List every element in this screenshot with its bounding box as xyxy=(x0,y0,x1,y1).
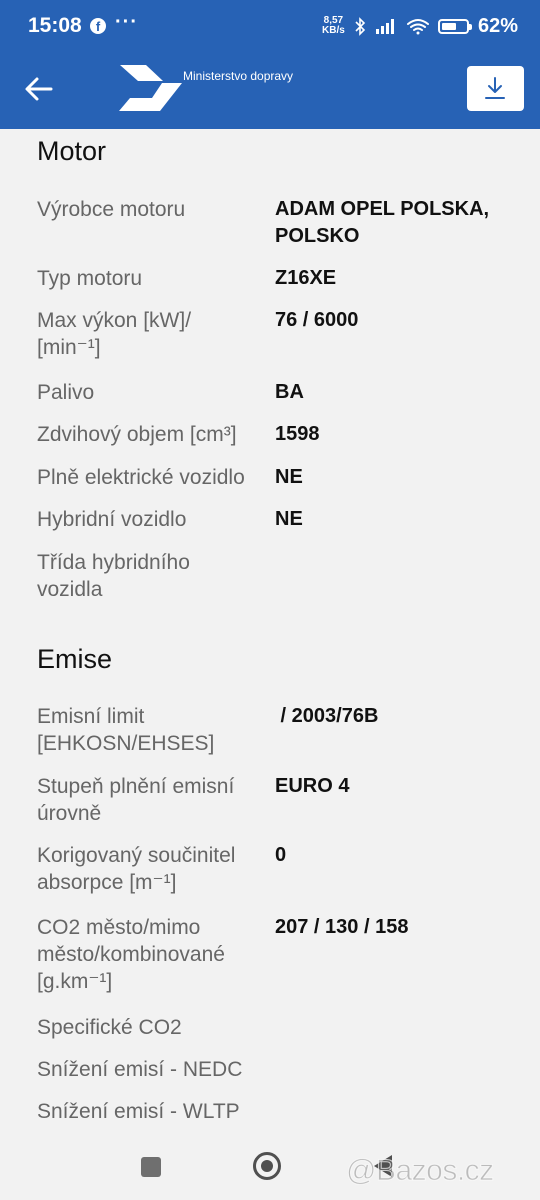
section-title-motor: Motor xyxy=(37,136,107,166)
field-label: Snížení emisí - NEDC xyxy=(37,1058,243,1081)
field-value: NE xyxy=(275,466,303,488)
field-label: Palivo xyxy=(37,381,95,404)
field-value: EURO 4 xyxy=(275,775,350,797)
field-label: CO2 město/mimo město/kombinované [g.km⁻¹… xyxy=(37,916,225,993)
status-time: 15:08 xyxy=(28,14,82,37)
recents-icon[interactable] xyxy=(141,1157,161,1177)
field-label: Specifické CO2 xyxy=(37,1016,182,1039)
wifi-icon xyxy=(407,19,429,35)
field-label: Třída hybridního vozidla xyxy=(37,551,190,601)
battery-icon xyxy=(438,19,472,34)
field-label: Výrobce motoru xyxy=(37,198,186,221)
field-value: Z16XE xyxy=(275,267,337,289)
section-title-emissions: Emise xyxy=(37,644,113,674)
field-label: Zdvihový objem [cm³] xyxy=(37,423,237,446)
system-status-icons xyxy=(355,17,429,36)
field-value: 0 xyxy=(275,844,287,866)
field-value: ADAM OPEL POLSKA, POLSKO xyxy=(275,198,490,247)
field-label: Korigovaný součinitel absorpce [m⁻¹] xyxy=(37,844,236,894)
status-bar: 15:08 f ··· 8,57 KB/s 62% xyxy=(0,0,540,56)
field-value: BA xyxy=(275,381,304,403)
field-value: NE xyxy=(275,508,303,530)
home-icon[interactable] xyxy=(253,1152,281,1180)
more-icon: ··· xyxy=(115,11,138,33)
field-label: Plně elektrické vozidlo xyxy=(37,466,245,489)
brand-name: Ministerstvo dopravy xyxy=(183,69,294,83)
battery-percent: 62% xyxy=(478,15,519,37)
back-button[interactable] xyxy=(22,72,56,106)
field-value: 76 / 6000 xyxy=(275,309,359,331)
net-speed: 8,57 KB/s xyxy=(322,16,345,36)
system-navigation-bar: @Bazos.cz xyxy=(0,1136,540,1200)
watermark: @Bazos.cz xyxy=(346,1154,495,1188)
field-label: Stupeň plnění emisní úrovně xyxy=(37,775,235,825)
arrow-left-icon xyxy=(25,77,53,101)
app-header: 15:08 f ··· 8,57 KB/s 62% Ministerstvo d… xyxy=(0,0,540,129)
field-value: 1598 xyxy=(275,423,320,445)
facebook-icon: f xyxy=(90,18,106,34)
field-value: / 2003/76B xyxy=(275,705,379,727)
field-label: Snížení emisí - WLTP xyxy=(37,1100,240,1123)
download-button[interactable] xyxy=(467,66,524,111)
field-label: Max výkon [kW]/ [min⁻¹] xyxy=(37,309,192,359)
field-label: Typ motoru xyxy=(37,267,143,290)
field-value: 207 / 130 / 158 xyxy=(275,916,409,938)
field-label: Emisní limit [EHKOSN/EHSES] xyxy=(37,705,215,755)
download-icon xyxy=(485,77,505,99)
battery-level xyxy=(442,23,456,30)
bluetooth-icon xyxy=(355,17,366,36)
net-speed-unit: KB/s xyxy=(322,25,345,36)
ministry-logo xyxy=(119,65,182,111)
field-label: Hybridní vozidlo xyxy=(37,508,187,531)
signal-icon xyxy=(376,19,394,34)
